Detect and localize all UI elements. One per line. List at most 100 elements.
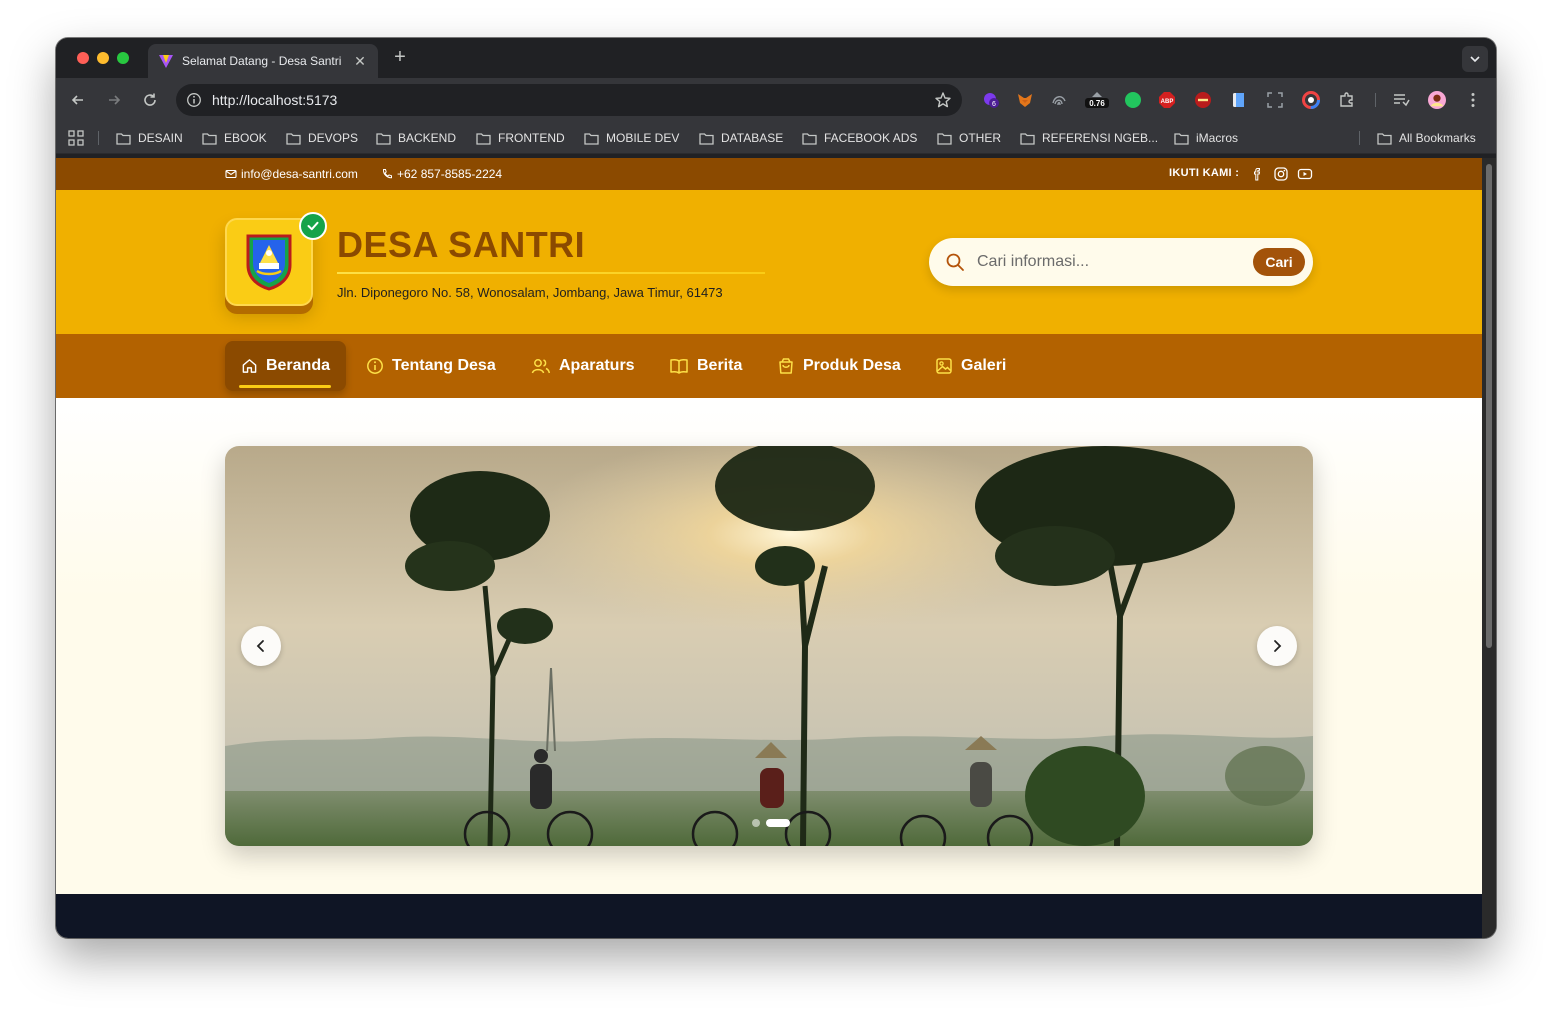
nav-item-produk-desa[interactable]: Produk Desa — [761, 341, 917, 391]
bookmark-folder[interactable]: DEVOPS — [286, 130, 358, 146]
shopping-bag-icon — [779, 358, 793, 374]
back-button[interactable] — [68, 90, 88, 110]
bookmark-label: MOBILE DEV — [606, 131, 680, 145]
fingerprint-icon[interactable] — [1050, 91, 1068, 109]
hero-slide-image — [225, 446, 1313, 846]
nav-label-aparaturs: Aparaturs — [559, 357, 635, 374]
image-icon — [936, 358, 952, 374]
reload-button[interactable] — [140, 90, 160, 110]
address-bar[interactable]: http://localhost:5173 — [176, 84, 962, 116]
bookmarks-divider — [1359, 131, 1360, 145]
color-picker-icon[interactable] — [1302, 91, 1320, 109]
metamask-icon[interactable] — [1016, 91, 1034, 109]
search-input[interactable] — [977, 253, 1253, 271]
new-tab-button[interactable]: + — [390, 46, 410, 69]
verified-badge-icon — [299, 212, 327, 240]
blocker-icon[interactable] — [1194, 91, 1212, 109]
bookmark-folder[interactable]: FACEBOOK ADS — [802, 130, 917, 146]
bookmark-folder[interactable]: DESAIN — [116, 130, 183, 146]
bookmark-label: REFERENSI NGEB... — [1042, 131, 1159, 145]
folder-icon — [1174, 132, 1189, 145]
tab-search-button[interactable] — [1462, 46, 1488, 72]
nav-item-tentang-desa[interactable]: Tentang Desa — [350, 341, 512, 391]
svg-text:6: 6 — [992, 101, 996, 108]
web-page: info@desa-santri.com +62 857-8585-2224 I… — [56, 158, 1482, 938]
home-icon — [242, 359, 257, 373]
title-divider — [337, 272, 765, 274]
chevron-down-icon — [1470, 56, 1480, 63]
folder-icon — [584, 132, 599, 145]
folder-icon — [699, 132, 714, 145]
phone-icon — [382, 169, 392, 179]
bookmark-label: iMacros — [1196, 131, 1239, 145]
search-button[interactable]: Cari — [1253, 248, 1305, 276]
topbar-phone[interactable]: +62 857-8585-2224 — [381, 167, 502, 181]
bookmark-folder[interactable]: iMacros — [1174, 130, 1238, 146]
slider-next-button[interactable] — [1257, 626, 1297, 666]
extension-value-badge[interactable]: 0.76 — [1084, 91, 1110, 109]
tab-title: Selamat Datang - Desa Santri — [182, 54, 342, 68]
all-bookmarks-folder[interactable]: All Bookmarks — [1377, 130, 1476, 146]
slider-dot[interactable] — [752, 819, 760, 827]
folder-icon — [202, 132, 217, 145]
bookmark-folder[interactable]: FRONTEND — [476, 130, 565, 146]
chevron-left-icon — [256, 640, 264, 652]
adblock-plus-icon[interactable]: ABP — [1158, 91, 1176, 109]
bookmark-star-icon[interactable] — [934, 91, 952, 109]
nav-item-aparaturs[interactable]: Aparaturs — [515, 341, 651, 391]
active-nav-indicator — [239, 385, 331, 388]
nav-item-beranda[interactable]: Beranda — [225, 341, 346, 391]
search-bar: Cari — [929, 238, 1313, 286]
phone-text: +62 857-8585-2224 — [397, 167, 503, 181]
reload-icon — [144, 93, 156, 106]
bookmark-label: DESAIN — [138, 131, 183, 145]
hero-slider[interactable] — [225, 446, 1313, 846]
maximize-window-button[interactable] — [117, 52, 129, 64]
bookmark-folder[interactable]: EBOOK — [202, 130, 267, 146]
bookmark-label: DATABASE — [721, 131, 784, 145]
minimize-window-button[interactable] — [97, 52, 109, 64]
chevron-right-icon — [1274, 640, 1282, 652]
page-scrollbar[interactable] — [1482, 158, 1496, 938]
hero-section — [56, 398, 1482, 894]
extension-badge-icon[interactable]: 6 — [982, 91, 1000, 109]
green-status-icon[interactable] — [1124, 91, 1142, 109]
bookmark-folder[interactable]: BACKEND — [376, 130, 456, 146]
bookmark-label: EBOOK — [224, 131, 267, 145]
extensions-puzzle-icon[interactable] — [1338, 91, 1356, 109]
bookmarks-bar: DESAIN EBOOK DEVOPS BACKEND FRONTEND MOBILE D… — [56, 122, 1496, 154]
apps-grid-icon[interactable] — [68, 130, 84, 146]
tab-close-icon[interactable]: ✕ — [352, 53, 368, 70]
tab-strip: Selamat Datang - Desa Santri ✕ + — [56, 38, 1496, 78]
close-window-button[interactable] — [77, 52, 89, 64]
slider-prev-button[interactable] — [241, 626, 281, 666]
bookmark-folder[interactable]: REFERENSI NGEB... — [1020, 130, 1158, 146]
folder-icon — [286, 132, 301, 145]
youtube-icon[interactable] — [1297, 166, 1313, 182]
facebook-icon[interactable] — [1249, 166, 1265, 182]
instagram-icon[interactable] — [1273, 166, 1289, 182]
scrollbar-thumb[interactable] — [1486, 164, 1492, 648]
screenshot-icon[interactable] — [1266, 91, 1284, 109]
nav-label-galeri: Galeri — [961, 357, 1007, 374]
document-icon[interactable] — [1230, 91, 1248, 109]
bookmark-label: FRONTEND — [498, 131, 565, 145]
nav-item-galeri[interactable]: Galeri — [919, 341, 1022, 391]
browser-tab[interactable]: Selamat Datang - Desa Santri ✕ — [148, 44, 378, 78]
folder-icon — [1377, 132, 1392, 145]
site-info-icon[interactable] — [186, 92, 202, 108]
browser-toolbar: http://localhost:5173 6 0.76 ABP — [56, 78, 1496, 122]
topbar-email[interactable]: info@desa-santri.com — [225, 167, 358, 181]
forward-button[interactable] — [104, 90, 124, 110]
svg-text:ABP: ABP — [1161, 99, 1174, 105]
bookmark-folder[interactable]: DATABASE — [699, 130, 783, 146]
bookmark-folder[interactable]: MOBILE DEV — [584, 130, 679, 146]
slider-dots — [752, 819, 796, 827]
bookmarks-divider — [98, 131, 99, 145]
bookmark-folder[interactable]: OTHER — [937, 130, 1001, 146]
profile-avatar[interactable] — [1428, 91, 1446, 109]
browser-menu-icon[interactable] — [1464, 91, 1482, 109]
nav-item-berita[interactable]: Berita — [653, 341, 758, 391]
slider-dot-active[interactable] — [766, 819, 790, 827]
reading-list-icon[interactable] — [1392, 91, 1410, 109]
